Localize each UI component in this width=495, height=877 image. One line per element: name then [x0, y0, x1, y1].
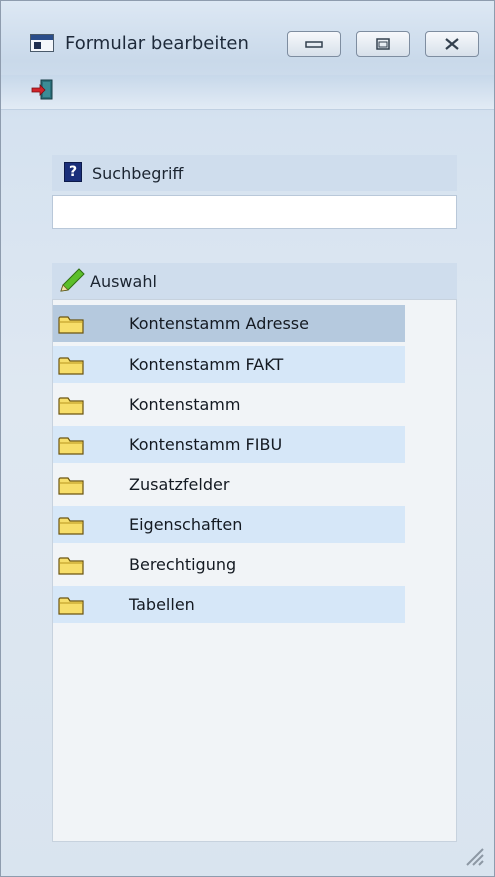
search-label: Suchbegriff — [92, 164, 184, 183]
selection-list: Kontenstamm Adresse Kontenstamm FAKT Konte… — [52, 299, 457, 842]
list-item[interactable]: Kontenstamm FIBU — [53, 426, 405, 463]
toolbar — [1, 75, 494, 110]
list-item[interactable]: Kontenstamm — [53, 386, 405, 423]
folder-icon — [58, 437, 84, 455]
form-editor-window: Formular bearbeiten ? Suchbegriff Auswah… — [0, 0, 495, 877]
folder-icon — [58, 397, 84, 415]
minimize-icon — [305, 41, 323, 48]
list-item[interactable]: Tabellen — [53, 586, 405, 623]
folder-icon — [58, 477, 84, 495]
close-button[interactable] — [425, 31, 479, 57]
list-item-label: Berechtigung — [129, 555, 237, 574]
list-item-label: Eigenschaften — [129, 515, 243, 534]
maximize-icon — [376, 38, 390, 50]
resize-grip-icon[interactable] — [457, 839, 485, 867]
help-icon: ? — [64, 162, 82, 182]
list-item-label: Kontenstamm FAKT — [129, 355, 284, 374]
list-item[interactable]: Berechtigung — [53, 546, 405, 583]
folder-icon — [58, 316, 84, 334]
close-icon — [445, 38, 459, 50]
exit-door-icon[interactable] — [30, 78, 56, 102]
app-window-icon — [30, 34, 54, 52]
window-title: Formular bearbeiten — [65, 33, 249, 54]
selection-header: Auswahl — [52, 263, 457, 299]
list-item-label: Tabellen — [129, 595, 195, 614]
selection-label: Auswahl — [90, 272, 157, 291]
folder-icon — [58, 517, 84, 535]
list-item-label: Zusatzfelder — [129, 475, 230, 494]
folder-icon — [58, 597, 84, 615]
minimize-button[interactable] — [287, 31, 341, 57]
list-item-label: Kontenstamm Adresse — [129, 314, 309, 333]
list-item[interactable]: Eigenschaften — [53, 506, 405, 543]
title-bar[interactable]: Formular bearbeiten — [1, 1, 494, 79]
list-item[interactable]: Zusatzfelder — [53, 466, 405, 503]
folder-icon — [58, 357, 84, 375]
list-item[interactable]: Kontenstamm Adresse — [53, 305, 405, 342]
search-input[interactable] — [52, 195, 457, 229]
maximize-button[interactable] — [356, 31, 410, 57]
list-item-label: Kontenstamm — [129, 395, 241, 414]
search-header: ? Suchbegriff — [52, 155, 457, 191]
pencil-icon — [60, 268, 85, 292]
list-item[interactable]: Kontenstamm FAKT — [53, 346, 405, 383]
folder-icon — [58, 557, 84, 575]
list-item-label: Kontenstamm FIBU — [129, 435, 283, 454]
